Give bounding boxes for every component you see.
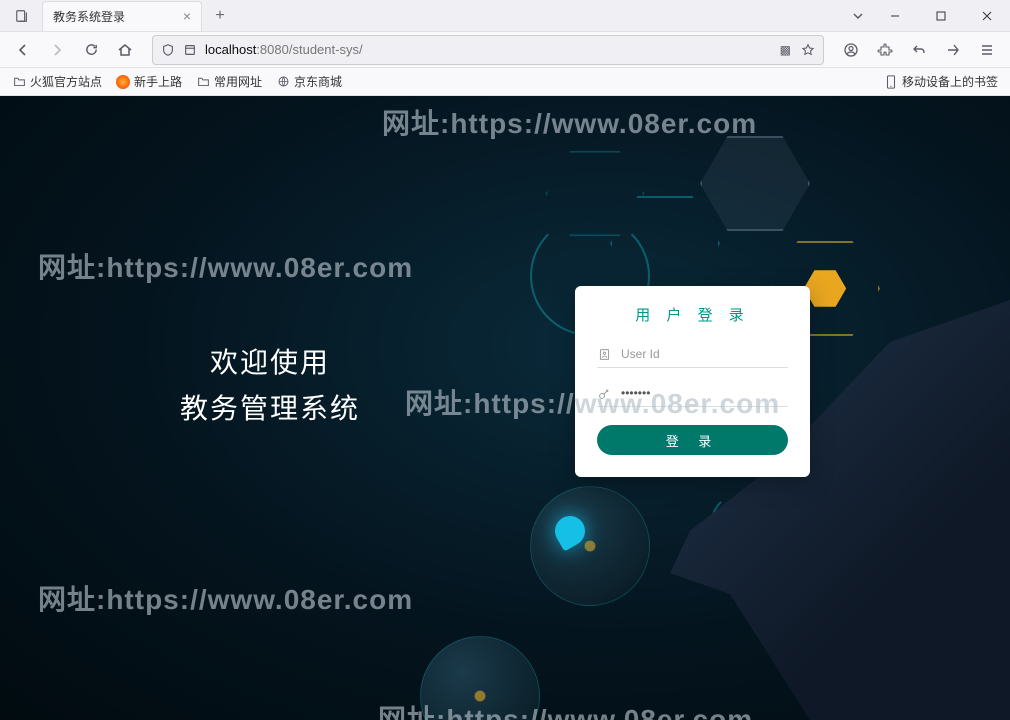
tab-list-chevron-icon[interactable] xyxy=(844,2,872,30)
bookmark-firefox-official[interactable]: 火狐官方站点 xyxy=(6,71,108,92)
folder-icon xyxy=(12,75,26,89)
welcome-line1: 欢迎使用 xyxy=(130,341,410,381)
user-input[interactable] xyxy=(621,347,788,361)
page-content: 欢迎使用 教务管理系统 用 户 登 录 登 录 网址:https://www.0… xyxy=(0,96,1010,720)
firefox-icon xyxy=(116,75,130,89)
browser-tab[interactable]: 教务系统登录 × xyxy=(42,1,202,31)
globe-icon xyxy=(276,75,290,89)
window-close-button[interactable] xyxy=(964,0,1010,32)
password-field[interactable] xyxy=(597,382,788,407)
close-tab-icon[interactable]: × xyxy=(183,8,191,24)
window-titlebar: 教务系统登录 × + xyxy=(0,0,1010,32)
login-card: 用 户 登 录 登 录 xyxy=(575,286,810,477)
shield-icon[interactable] xyxy=(161,43,175,57)
site-info-icon[interactable] xyxy=(183,43,197,57)
welcome-text: 欢迎使用 教务管理系统 xyxy=(130,341,410,427)
watermark: 网址:https://www.08er.com xyxy=(382,102,757,142)
bookmark-mobile[interactable]: 移动设备上的书签 xyxy=(878,71,1004,92)
tab-title: 教务系统登录 xyxy=(53,8,125,25)
password-input[interactable] xyxy=(621,386,788,400)
decorative-globe xyxy=(420,636,540,720)
watermark: 网址:https://www.08er.com xyxy=(38,246,413,286)
account-icon[interactable] xyxy=(836,35,866,65)
login-title: 用 户 登 录 xyxy=(597,304,788,325)
nav-forward-button[interactable] xyxy=(42,35,72,65)
nav-reload-button[interactable] xyxy=(76,35,106,65)
window-minimize-button[interactable] xyxy=(872,0,918,32)
app-menu-icon[interactable] xyxy=(972,35,1002,65)
bookmark-star-icon[interactable] xyxy=(801,43,815,57)
qr-icon[interactable]: ▩ xyxy=(780,43,791,57)
watermark: 网址:https://www.08er.com xyxy=(38,578,413,618)
url-bar[interactable]: localhost:8080/student-sys/ ▩ xyxy=(152,35,824,65)
new-tab-button[interactable]: + xyxy=(206,2,234,30)
user-field[interactable] xyxy=(597,343,788,368)
decorative-hexagon xyxy=(700,136,810,231)
nav-home-button[interactable] xyxy=(110,35,140,65)
welcome-line2: 教务管理系统 xyxy=(130,387,410,427)
decorative-globe xyxy=(530,486,650,606)
key-icon xyxy=(597,386,611,400)
extensions-icon[interactable] xyxy=(870,35,900,65)
mobile-icon xyxy=(884,75,898,89)
login-button[interactable]: 登 录 xyxy=(597,425,788,455)
nav-back-button[interactable] xyxy=(8,35,38,65)
recent-pages-icon[interactable] xyxy=(8,2,36,30)
window-maximize-button[interactable] xyxy=(918,0,964,32)
folder-icon xyxy=(196,75,210,89)
url-text: localhost:8080/student-sys/ xyxy=(205,42,363,57)
bookmark-common-sites[interactable]: 常用网址 xyxy=(190,71,268,92)
browser-navbar: localhost:8080/student-sys/ ▩ xyxy=(0,32,1010,68)
overflow-icon[interactable] xyxy=(938,35,968,65)
bookmark-getting-started[interactable]: 新手上路 xyxy=(110,71,188,92)
bookmark-jd[interactable]: 京东商城 xyxy=(270,71,348,92)
user-icon xyxy=(597,347,611,361)
undo-icon[interactable] xyxy=(904,35,934,65)
bookmark-bar: 火狐官方站点 新手上路 常用网址 京东商城 移动设备上的书签 xyxy=(0,68,1010,96)
